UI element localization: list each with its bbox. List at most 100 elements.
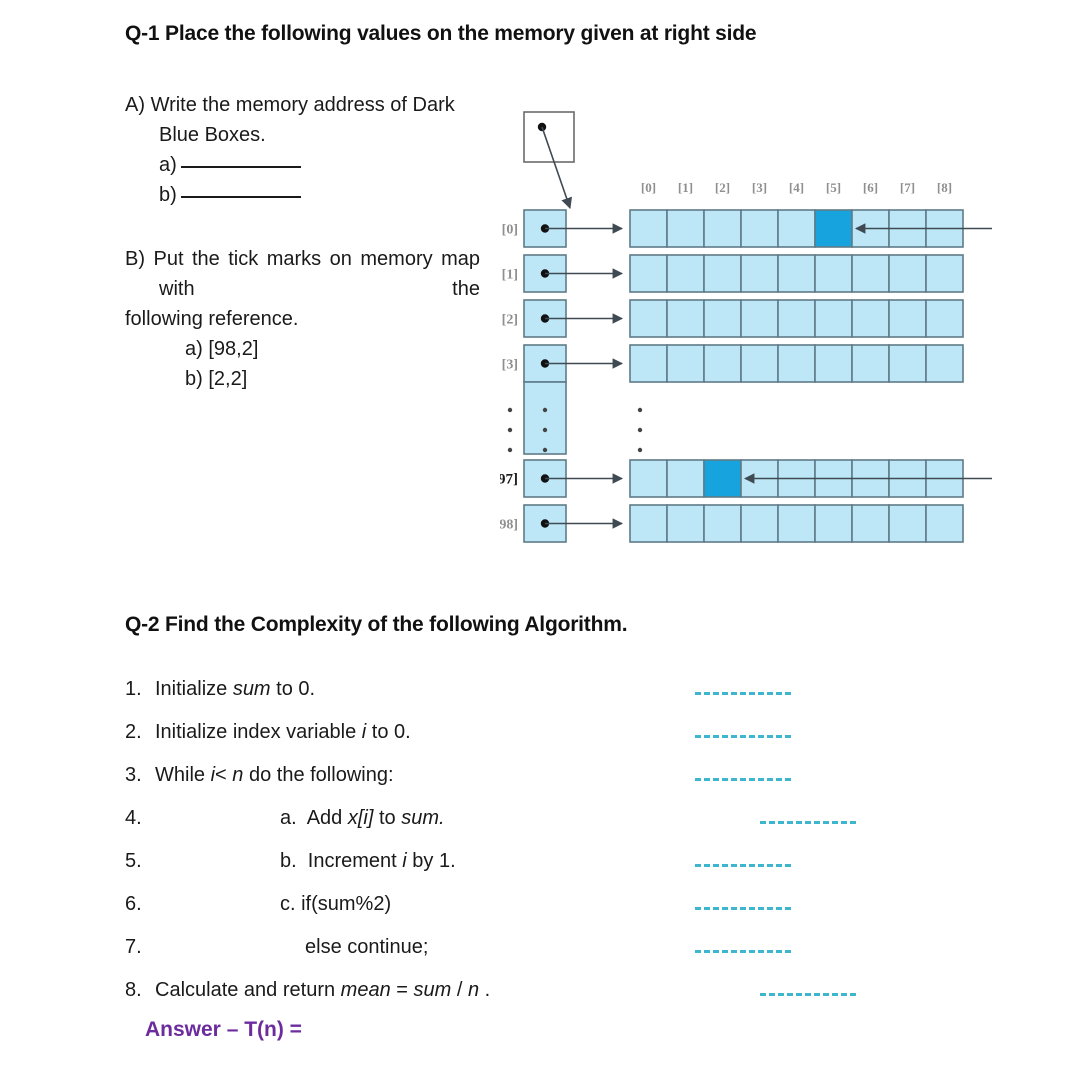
memory-cell[interactable] xyxy=(777,504,816,543)
step-fragment: b. Increment xyxy=(280,850,403,872)
step-text: While i< n do the following: xyxy=(155,764,394,787)
array-column-ellipsis xyxy=(637,407,643,413)
memory-cell[interactable] xyxy=(925,254,964,293)
memory-cell[interactable] xyxy=(629,254,668,293)
answer-dash-line[interactable] xyxy=(695,950,791,953)
memory-cell[interactable] xyxy=(814,344,853,383)
memory-cell[interactable] xyxy=(888,299,927,338)
memory-cell[interactable] xyxy=(814,254,853,293)
step-number: 8. xyxy=(125,979,142,1001)
memory-cell[interactable] xyxy=(629,459,668,498)
memory-cell[interactable] xyxy=(888,344,927,383)
algorithm-step: 5. b. Increment i by 1. xyxy=(125,850,985,893)
memory-cell[interactable] xyxy=(666,344,705,383)
memory-cell[interactable] xyxy=(851,504,890,543)
memory-cell[interactable] xyxy=(740,299,779,338)
row-label-ellipsis xyxy=(507,447,513,453)
memory-cell[interactable] xyxy=(703,344,742,383)
memory-cell[interactable] xyxy=(925,504,964,543)
part-a-heading: A) Write the memory address of Dark Blue… xyxy=(125,90,480,150)
memory-cell[interactable] xyxy=(629,299,668,338)
answer-dash-line[interactable] xyxy=(695,907,791,910)
memory-cell[interactable] xyxy=(666,254,705,293)
answer-dash-line[interactable] xyxy=(695,692,791,695)
memory-cell[interactable] xyxy=(925,344,964,383)
column-header: [0] xyxy=(641,180,656,195)
answer-dash-line[interactable] xyxy=(760,993,856,996)
step-fragment: Calculate and return xyxy=(155,979,341,1001)
memory-cell[interactable] xyxy=(703,254,742,293)
step-number: 4. xyxy=(125,807,142,829)
memory-cell[interactable] xyxy=(777,209,816,248)
memory-cell[interactable] xyxy=(629,504,668,543)
row-label: [3] xyxy=(502,358,518,373)
part-b-label: B) xyxy=(125,248,145,270)
answer-dash-line[interactable] xyxy=(695,778,791,781)
column-header: [2] xyxy=(715,180,730,195)
memory-cell[interactable] xyxy=(814,504,853,543)
answer-label: Answer – T(n) = xyxy=(145,1018,302,1041)
memory-cell[interactable] xyxy=(925,299,964,338)
answer-dash-line[interactable] xyxy=(760,821,856,824)
row-label-ellipsis xyxy=(507,427,513,433)
column-header: [7] xyxy=(900,180,915,195)
step-fragment: Initialize index variable xyxy=(155,721,362,743)
memory-cell[interactable] xyxy=(851,299,890,338)
memory-cell[interactable] xyxy=(777,254,816,293)
memory-cell[interactable] xyxy=(851,344,890,383)
step-fragment: to 0. xyxy=(270,678,316,700)
memory-cell-highlighted[interactable] xyxy=(814,209,853,248)
part-a-item-b-label: b) xyxy=(159,184,177,206)
column-header: [3] xyxy=(752,180,767,195)
part-b-item-a: a) [98,2] xyxy=(185,334,480,364)
step-number: 5. xyxy=(125,850,142,872)
memory-continuation-box xyxy=(523,381,567,455)
q2-algorithm-list: 1. Initialize sum to 0. 2. Initialize index… xyxy=(125,678,985,1022)
memory-cell[interactable] xyxy=(666,209,705,248)
algorithm-step: 6. c. if(sum%2) xyxy=(125,893,985,936)
step-fragment: else continue; xyxy=(305,936,429,958)
memory-cell[interactable] xyxy=(740,504,779,543)
memory-cell[interactable] xyxy=(888,254,927,293)
memory-cell[interactable] xyxy=(703,504,742,543)
part-a-item-b-blank[interactable] xyxy=(180,195,301,198)
memory-cell-highlighted[interactable] xyxy=(703,459,742,498)
step-fragment: c. if(sum%2) xyxy=(280,893,392,915)
step-fragment: = xyxy=(390,979,414,1001)
memory-cell[interactable] xyxy=(814,299,853,338)
q1-left-column: A) Write the memory address of Dark Blue… xyxy=(125,90,480,394)
part-a-item-a-blank[interactable] xyxy=(180,165,301,168)
memory-cell[interactable] xyxy=(666,299,705,338)
memory-cell[interactable] xyxy=(851,254,890,293)
step-fragment: While xyxy=(155,764,211,786)
answer-dash-line[interactable] xyxy=(695,864,791,867)
memory-cell[interactable] xyxy=(629,344,668,383)
memory-cell[interactable] xyxy=(740,344,779,383)
step-number: 1. xyxy=(125,678,142,700)
memory-cell[interactable] xyxy=(666,459,705,498)
algorithm-step: 1. Initialize sum to 0. xyxy=(125,678,985,721)
step-variable: sum xyxy=(413,979,452,1001)
part-b-line3: following reference. xyxy=(125,308,299,330)
column-header: [8] xyxy=(937,180,952,195)
memory-cell[interactable] xyxy=(629,209,668,248)
memory-cell[interactable] xyxy=(888,504,927,543)
step-fragment: do the following: xyxy=(243,764,394,786)
q1-part-b: B) Put the tick marks on memory map with… xyxy=(125,244,480,394)
memory-cell[interactable] xyxy=(740,254,779,293)
step-fragment: . xyxy=(479,979,491,1001)
memory-cell[interactable] xyxy=(777,299,816,338)
step-text: Calculate and return mean = sum / n . xyxy=(155,979,490,1002)
step-fragment: Initialize xyxy=(155,678,233,700)
memory-cell[interactable] xyxy=(703,299,742,338)
step-fragment: by 1. xyxy=(406,850,456,872)
algorithm-step: 2. Initialize index variable i to 0. xyxy=(125,721,985,764)
memory-cell[interactable] xyxy=(740,209,779,248)
step-text: c. if(sum%2) xyxy=(280,893,391,916)
memory-cell[interactable] xyxy=(666,504,705,543)
step-number: 6. xyxy=(125,893,142,915)
memory-cell[interactable] xyxy=(777,344,816,383)
step-number: 7. xyxy=(125,936,142,958)
memory-cell[interactable] xyxy=(703,209,742,248)
answer-dash-line[interactable] xyxy=(695,735,791,738)
